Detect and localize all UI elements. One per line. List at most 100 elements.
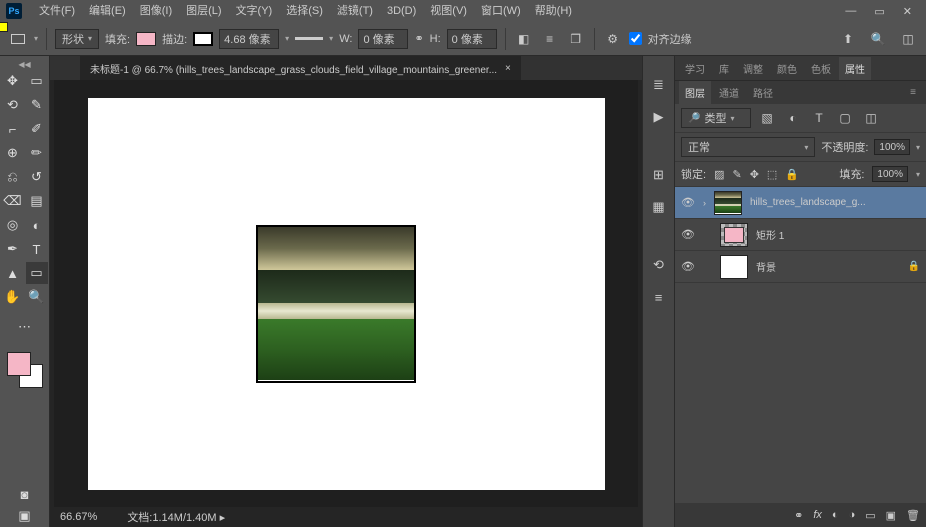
char-panel-icon[interactable]: ⟲ xyxy=(650,256,668,274)
path-ops-icon[interactable]: ◧ xyxy=(514,29,534,49)
layer-thumbnail[interactable] xyxy=(720,255,748,279)
layer-name[interactable]: 矩形 1 xyxy=(756,227,920,242)
stroke-swatch[interactable] xyxy=(193,32,213,46)
window-maximize-icon[interactable]: ▭ xyxy=(874,5,884,18)
mask-icon[interactable]: ◐ xyxy=(832,509,839,521)
trash-icon[interactable]: 🗑 xyxy=(906,509,920,522)
tab-paths[interactable]: 路径 xyxy=(747,81,779,104)
menu-edit[interactable]: 编辑(E) xyxy=(82,0,133,22)
path-select-tool[interactable]: ▲ xyxy=(2,262,24,284)
tool-preset-icon[interactable] xyxy=(8,29,28,49)
height-input[interactable]: 0 像素 xyxy=(447,29,497,49)
type-tool[interactable]: T xyxy=(26,238,48,260)
hand-tool[interactable]: ✋ xyxy=(2,286,24,308)
menu-view[interactable]: 视图(V) xyxy=(423,0,474,22)
dodge-tool[interactable]: ◐ xyxy=(26,214,48,236)
stroke-width-input[interactable]: 4.68 像素 xyxy=(219,29,279,49)
history-brush-tool[interactable]: ↺ xyxy=(26,166,48,188)
canvas-viewport[interactable] xyxy=(54,80,638,507)
healing-tool[interactable]: ⊕ xyxy=(2,142,24,164)
link-layers-icon[interactable]: ⚭ xyxy=(794,509,803,522)
window-close-icon[interactable]: ✕ xyxy=(903,5,912,18)
tab-study[interactable]: 学习 xyxy=(679,57,711,80)
menu-window[interactable]: 窗口(W) xyxy=(474,0,528,22)
menu-file[interactable]: 文件(F) xyxy=(32,0,82,22)
tab-channels[interactable]: 通道 xyxy=(713,81,745,104)
marquee-tool[interactable]: ▭ xyxy=(26,70,48,92)
lock-image-icon[interactable]: ✎ xyxy=(732,168,741,181)
visibility-icon[interactable]: 👁 xyxy=(681,196,695,209)
canvas[interactable] xyxy=(88,98,605,490)
align-icon[interactable]: ≡ xyxy=(540,29,560,49)
blur-tool[interactable]: ◎ xyxy=(2,214,24,236)
filter-shape-icon[interactable]: ▢ xyxy=(835,108,855,128)
layer-thumbnail[interactable] xyxy=(720,223,748,247)
para-panel-icon[interactable]: ≡ xyxy=(650,288,668,306)
layer-thumbnail[interactable] xyxy=(714,191,742,215)
rectangle-tool[interactable]: ▭ xyxy=(26,262,48,284)
document-tab[interactable]: 未标题-1 @ 66.7% (hills_trees_landscape_gra… xyxy=(80,56,521,80)
window-minimize-icon[interactable]: — xyxy=(845,5,856,18)
zoom-tool[interactable]: 🔍 xyxy=(26,286,48,308)
menu-3d[interactable]: 3D(D) xyxy=(380,0,423,22)
visibility-icon[interactable]: 👁 xyxy=(681,260,695,273)
link-icon[interactable]: › xyxy=(703,198,706,208)
brushes-panel-icon[interactable]: ⊞ xyxy=(650,166,668,184)
stamp-tool[interactable]: ⎌ xyxy=(2,166,24,188)
menu-help[interactable]: 帮助(H) xyxy=(528,0,579,22)
new-layer-icon[interactable]: ▣ xyxy=(886,509,896,522)
layer-row[interactable]: 👁 › hills_trees_landscape_g... xyxy=(675,187,926,219)
gradient-tool[interactable]: ▤ xyxy=(26,190,48,212)
fill-swatch[interactable] xyxy=(136,32,156,46)
zoom-level[interactable]: 66.67% xyxy=(60,511,97,523)
share-icon[interactable]: ⬆ xyxy=(838,29,858,49)
link-wh-icon[interactable]: ⚭ xyxy=(414,32,423,45)
foreground-color-swatch[interactable] xyxy=(7,352,31,376)
tab-library[interactable]: 库 xyxy=(713,57,735,80)
tab-layers[interactable]: 图层 xyxy=(679,81,711,104)
layer-filter-select[interactable]: 🔎 类型▾ xyxy=(681,108,751,128)
tab-swatch[interactable]: 色板 xyxy=(805,57,837,80)
quick-mask-icon[interactable]: ◙ xyxy=(14,483,36,505)
align-edges-checkbox[interactable] xyxy=(629,32,642,45)
visibility-icon[interactable]: 👁 xyxy=(681,228,695,241)
menu-layer[interactable]: 图层(L) xyxy=(179,0,228,22)
shape-mode-select[interactable]: 形状▾ xyxy=(55,29,99,49)
filter-smart-icon[interactable]: ◫ xyxy=(861,108,881,128)
chevron-down-icon[interactable]: ▾ xyxy=(285,34,289,43)
menu-filter[interactable]: 滤镜(T) xyxy=(330,0,380,22)
lasso-tool[interactable]: ⟲ xyxy=(2,94,24,116)
edit-toolbar-icon[interactable]: ⋯ xyxy=(14,316,36,338)
chevron-down-icon[interactable]: ▾ xyxy=(34,34,38,43)
layer-row[interactable]: 👁 背景 🔒 xyxy=(675,251,926,283)
eyedropper-tool[interactable]: ✐ xyxy=(26,118,48,140)
tab-adjust[interactable]: 调整 xyxy=(737,57,769,80)
layer-name[interactable]: 背景 xyxy=(756,259,900,274)
fill-opacity-input[interactable]: 100% xyxy=(872,166,908,182)
fx-icon[interactable]: fx xyxy=(813,509,822,521)
pen-tool[interactable]: ✒ xyxy=(2,238,24,260)
menu-type[interactable]: 文字(Y) xyxy=(229,0,280,22)
panel-menu-icon[interactable]: ≡ xyxy=(904,83,922,102)
clone-panel-icon[interactable]: ▦ xyxy=(650,198,668,216)
close-tab-icon[interactable]: × xyxy=(505,63,511,74)
search-icon[interactable]: 🔍 xyxy=(868,29,888,49)
filter-pixel-icon[interactable]: ▧ xyxy=(757,108,777,128)
tab-properties[interactable]: 属性 xyxy=(839,57,871,80)
width-input[interactable]: 0 像素 xyxy=(358,29,408,49)
lock-artboard-icon[interactable]: ⬚ xyxy=(767,168,777,181)
menu-image[interactable]: 图像(I) xyxy=(133,0,179,22)
eraser-tool[interactable]: ⌫ xyxy=(2,190,24,212)
layer-row[interactable]: 👁 矩形 1 xyxy=(675,219,926,251)
lock-pos-icon[interactable]: ✥ xyxy=(750,168,759,181)
collapse-toolbox-icon[interactable]: ◀◀ xyxy=(0,60,49,68)
chevron-down-icon[interactable]: ▾ xyxy=(329,34,333,43)
move-tool[interactable]: ✥ xyxy=(2,70,24,92)
tab-color[interactable]: 颜色 xyxy=(771,57,803,80)
placed-image[interactable] xyxy=(256,225,416,383)
crop-tool[interactable]: ⌐ xyxy=(2,118,24,140)
menu-select[interactable]: 选择(S) xyxy=(279,0,330,22)
layer-name[interactable]: hills_trees_landscape_g... xyxy=(750,197,920,208)
history-panel-icon[interactable]: ≣ xyxy=(650,76,668,94)
blend-mode-select[interactable]: 正常▾ xyxy=(681,137,815,157)
